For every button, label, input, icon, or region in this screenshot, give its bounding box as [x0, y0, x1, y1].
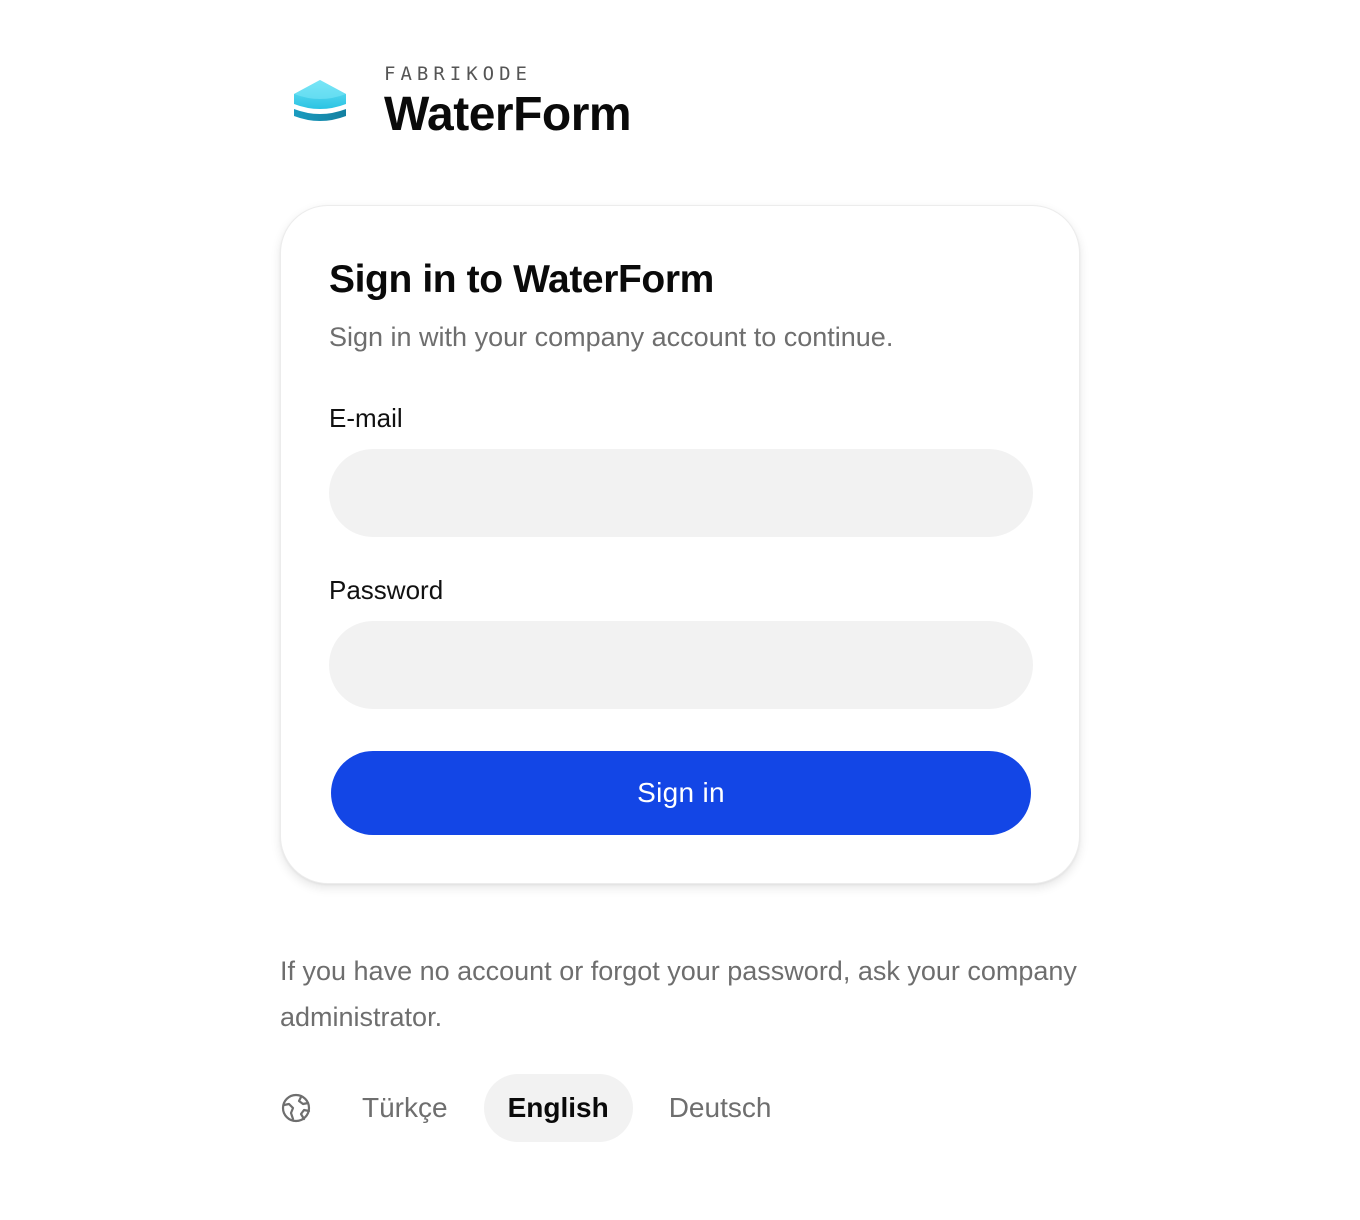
- sign-in-button[interactable]: Sign in: [331, 751, 1031, 835]
- language-option-turkce[interactable]: Türkçe: [338, 1074, 472, 1142]
- brand-header: FABRIKODE WaterForm: [288, 62, 632, 142]
- card-subtitle: Sign in with your company account to con…: [329, 322, 894, 352]
- password-label: Password: [329, 575, 444, 605]
- language-switcher: Türkçe English Deutsch: [280, 1074, 807, 1142]
- signin-card: Sign in to WaterForm Sign in with your c…: [280, 205, 1080, 884]
- water-drop-cylinder-icon: [294, 80, 346, 121]
- language-option-english[interactable]: English: [483, 1074, 633, 1142]
- help-text: If you have no account or forgot your pa…: [280, 956, 1077, 1032]
- password-field[interactable]: [329, 621, 1033, 709]
- language-option-deutsch[interactable]: Deutsch: [645, 1074, 796, 1142]
- card-title: Sign in to WaterForm: [329, 258, 714, 301]
- email-label: E-mail: [329, 403, 403, 433]
- brand-text: FABRIKODE WaterForm: [384, 62, 632, 142]
- email-field[interactable]: [329, 449, 1033, 537]
- product-name: WaterForm: [384, 88, 632, 141]
- login-page: FABRIKODE WaterForm Sign in to WaterForm…: [0, 0, 1360, 1220]
- globe-icon: [281, 1093, 311, 1123]
- company-name: FABRIKODE: [384, 63, 532, 85]
